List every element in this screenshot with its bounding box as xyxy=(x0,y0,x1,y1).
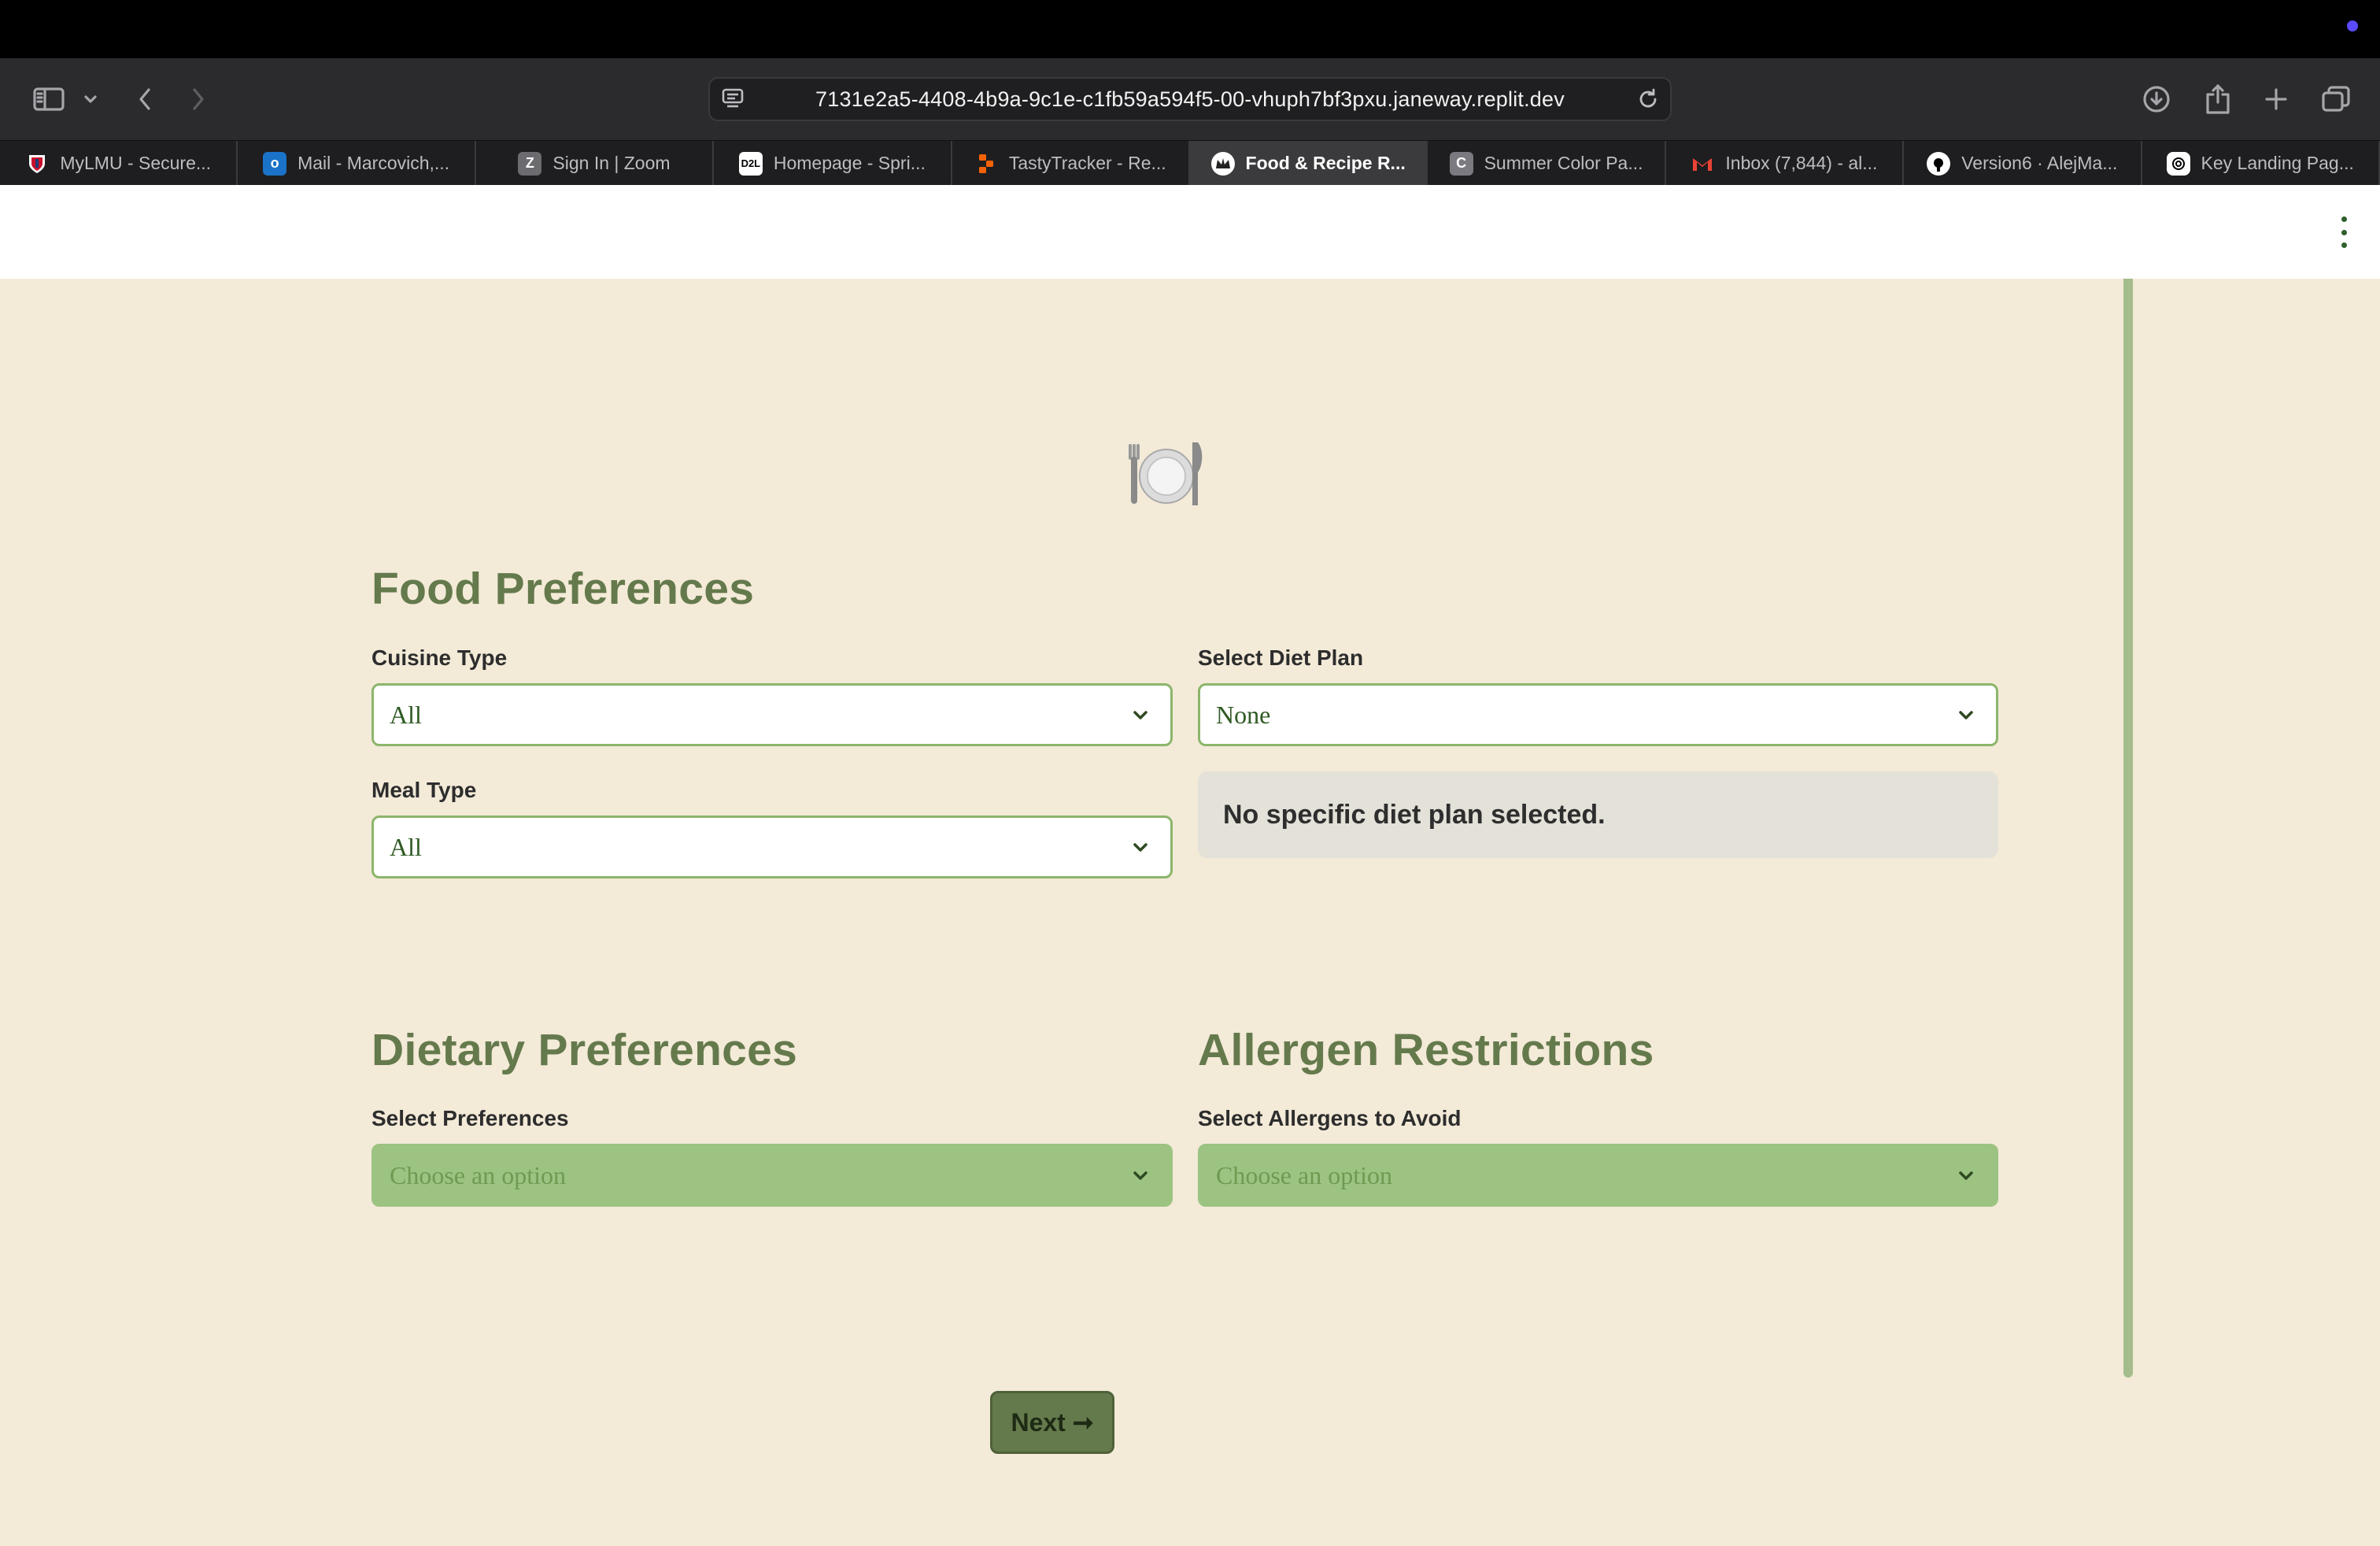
chevron-left-icon xyxy=(139,88,150,110)
tab-mail[interactable]: o Mail - Marcovich,... xyxy=(238,141,476,186)
system-menubar xyxy=(0,0,2380,58)
tab-gmail[interactable]: Inbox (7,844) - al... xyxy=(1666,141,1905,186)
diet-plan-value: None xyxy=(1216,701,1271,729)
tab-key-landing[interactable]: Key Landing Pag... xyxy=(2142,141,2380,186)
cuisine-type-value: All xyxy=(390,701,422,729)
plus-icon xyxy=(2265,88,2287,110)
gmail-icon xyxy=(1691,152,1714,176)
tab-tastytracker[interactable]: TastyTracker - Re... xyxy=(952,141,1190,186)
reload-icon[interactable] xyxy=(1635,87,1661,112)
cuisine-type-select[interactable]: All xyxy=(371,683,1173,746)
select-allergens-label: Select Allergens to Avoid xyxy=(1198,1106,1462,1130)
sidebar-icon xyxy=(33,87,65,111)
back-button[interactable] xyxy=(132,79,157,120)
allergen-restrictions-placeholder: Choose an option xyxy=(1216,1161,1392,1189)
allergen-restrictions-title: Allergen Restrictions xyxy=(1198,1025,1654,1075)
food-preferences-title: Food Preferences xyxy=(371,564,755,614)
d2l-icon: D2L xyxy=(738,151,763,176)
plate-with-cutlery-icon xyxy=(1129,442,1203,505)
chevron-right-icon xyxy=(193,88,204,110)
chevron-down-icon xyxy=(84,95,97,103)
allergen-restrictions-select[interactable]: Choose an option xyxy=(1198,1144,1998,1207)
address-bar[interactable]: 7131e2a5-4408-4b9a-9c1e-c1fb59a594f5-00-… xyxy=(708,77,1672,121)
chevron-down-icon xyxy=(1133,711,1148,719)
replit-icon xyxy=(974,152,998,176)
share-button[interactable] xyxy=(2202,79,2234,120)
downloads-button[interactable] xyxy=(2141,79,2172,120)
diet-plan-select[interactable]: None xyxy=(1198,683,1998,746)
sidebar-menu-button[interactable] xyxy=(80,79,101,120)
next-button[interactable]: Next ➞ xyxy=(990,1391,1114,1454)
tab-homepage[interactable]: D2L Homepage - Spri... xyxy=(714,141,952,186)
app-header xyxy=(0,185,2380,279)
lmu-shield-icon xyxy=(25,152,49,176)
tab-bar: MyLMU - Secure... o Mail - Marcovich,...… xyxy=(0,140,2380,186)
new-tab-button[interactable] xyxy=(2260,79,2292,120)
outlook-icon: o xyxy=(263,151,287,176)
chevron-down-icon xyxy=(1959,711,1973,719)
meal-type-value: All xyxy=(390,833,422,861)
meal-type-label: Meal Type xyxy=(371,778,477,802)
diet-plan-label: Select Diet Plan xyxy=(1198,645,1364,670)
openai-icon xyxy=(2166,151,2190,176)
url-text: 7131e2a5-4408-4b9a-9c1e-c1fb59a594f5-00-… xyxy=(815,87,1565,111)
dietary-preferences-title: Dietary Preferences xyxy=(371,1025,798,1075)
more-options-icon[interactable] xyxy=(2330,216,2358,248)
meal-type-select[interactable]: All xyxy=(371,816,1173,878)
dietary-preferences-select[interactable]: Choose an option xyxy=(371,1144,1173,1207)
chevron-down-icon xyxy=(1133,843,1148,852)
tab-github[interactable]: Version6 · AlejMa... xyxy=(1904,141,2142,186)
coolors-c-icon: C xyxy=(1449,151,1473,176)
tab-summer-color[interactable]: C Summer Color Pa... xyxy=(1428,141,1666,186)
zoom-z-icon: Z xyxy=(518,151,542,176)
scrollbar[interactable] xyxy=(2123,279,2133,1378)
diet-plan-info-text: No specific diet plan selected. xyxy=(1223,800,1606,830)
diet-plan-info-box: No specific diet plan selected. xyxy=(1198,771,1998,858)
tab-zoom[interactable]: Z Sign In | Zoom xyxy=(476,141,715,186)
share-icon xyxy=(2206,84,2230,114)
cuisine-type-label: Cuisine Type xyxy=(371,645,508,670)
tab-overview-icon xyxy=(2322,86,2350,112)
chevron-down-icon xyxy=(1959,1171,1973,1180)
replit-crown-icon xyxy=(1210,151,1235,176)
browser-toolbar: 7131e2a5-4408-4b9a-9c1e-c1fb59a594f5-00-… xyxy=(0,58,2380,140)
status-dot-icon xyxy=(2347,20,2358,31)
dietary-preferences-placeholder: Choose an option xyxy=(390,1161,566,1189)
select-preferences-label: Select Preferences xyxy=(371,1106,569,1130)
chevron-down-icon xyxy=(1133,1171,1148,1180)
forward-button[interactable] xyxy=(186,79,211,120)
sidebar-toggle-button[interactable] xyxy=(30,79,68,120)
tab-overview-button[interactable] xyxy=(2319,79,2353,120)
download-icon xyxy=(2143,86,2170,113)
github-icon xyxy=(1927,151,1951,176)
tab-mylmu[interactable]: MyLMU - Secure... xyxy=(0,141,238,186)
tab-food-recipe[interactable]: Food & Recipe R... xyxy=(1189,141,1428,186)
page-content: Food Preferences Cuisine Type All Meal T… xyxy=(0,185,2380,1546)
